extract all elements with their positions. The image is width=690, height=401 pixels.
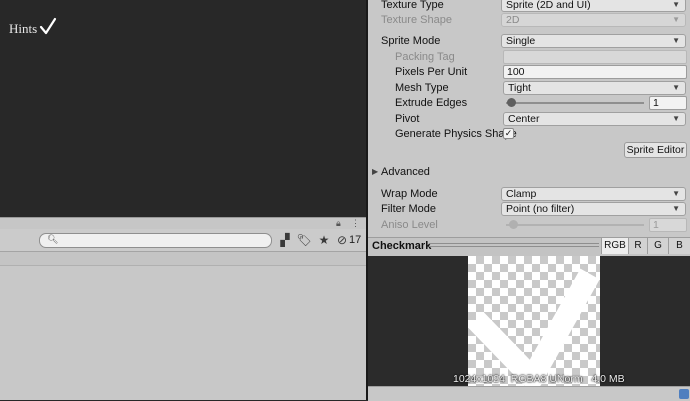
hints-label: Hints <box>9 21 38 36</box>
texture-shape-label: Texture Shape <box>381 14 452 26</box>
preview-title: Checkmark <box>372 240 432 252</box>
texture-type-dropdown[interactable]: Sprite (2D and UI) ▼ <box>501 0 686 12</box>
project-content[interactable] <box>0 266 366 400</box>
generate-physics-shape-checkbox[interactable]: ✓ <box>503 128 514 139</box>
channel-b-button[interactable]: B <box>668 238 690 254</box>
aniso-level-field: 1 <box>649 218 687 232</box>
pivot-label: Pivot <box>395 113 420 125</box>
aniso-level-label: Aniso Level <box>381 219 438 231</box>
checkmark-texture <box>468 268 600 386</box>
texture-type-label: Texture Type <box>381 0 444 11</box>
chevron-down-icon: ▼ <box>672 204 680 213</box>
chevron-down-icon: ▼ <box>672 189 680 198</box>
asset-labels-icon[interactable] <box>679 389 689 399</box>
filter-mode-dropdown[interactable]: Point (no filter) ▼ <box>501 202 686 216</box>
extrude-edges-slider-handle[interactable] <box>507 98 516 107</box>
inspector-footer <box>368 386 690 401</box>
aniso-level-slider-handle <box>509 220 518 229</box>
search-icon: 🔍︎ <box>47 234 59 244</box>
wrap-mode-dropdown[interactable]: Clamp ▼ <box>501 187 686 201</box>
foldout-arrow-icon[interactable]: ▶ <box>372 167 378 176</box>
chevron-down-icon: ▼ <box>672 15 680 24</box>
channel-r-button[interactable]: R <box>628 238 647 254</box>
chevron-down-icon: ▼ <box>672 36 680 45</box>
pivot-dropdown[interactable]: Center ▼ <box>503 112 686 126</box>
texture-shape-dropdown: 2D ▼ <box>501 13 686 27</box>
panel-menu-icon[interactable]: ⋮ <box>351 218 360 229</box>
channel-rgb-button[interactable]: RGB <box>601 238 628 254</box>
search-by-type-icon[interactable]: ▞ <box>276 232 294 248</box>
extrude-edges-label: Extrude Edges <box>395 97 468 109</box>
packing-tag-field <box>503 50 687 64</box>
advanced-foldout[interactable]: Advanced <box>381 166 430 178</box>
preview-drag-grip-line <box>429 246 599 247</box>
aniso-level-slider <box>506 224 644 226</box>
mesh-type-dropdown[interactable]: Tight ▼ <box>503 81 686 95</box>
pixels-per-unit-label: Pixels Per Unit <box>395 66 468 78</box>
pixels-per-unit-field[interactable]: 100 <box>503 65 687 79</box>
hidden-count: 17 <box>349 234 362 246</box>
chevron-down-icon: ▼ <box>672 83 680 92</box>
texture-preview-image <box>468 256 600 386</box>
wrap-mode-label: Wrap Mode <box>381 188 438 200</box>
packing-tag-label: Packing Tag <box>395 51 455 63</box>
sprite-mode-dropdown[interactable]: Single ▼ <box>501 34 686 48</box>
preview-drag-grip[interactable] <box>429 243 599 244</box>
chevron-down-icon: ▼ <box>672 0 680 9</box>
project-breadcrumb-bar <box>0 252 366 266</box>
favorites-star-icon[interactable]: ★ <box>315 232 333 248</box>
extrude-edges-field[interactable]: 1 <box>649 96 687 110</box>
lock-icon[interactable]: 🔒︎ <box>336 218 341 229</box>
filter-mode-label: Filter Mode <box>381 203 437 215</box>
mesh-type-label: Mesh Type <box>395 82 449 94</box>
extrude-edges-slider[interactable] <box>506 102 644 104</box>
chevron-down-icon: ▼ <box>672 114 680 123</box>
channel-g-button[interactable]: G <box>647 238 668 254</box>
search-input[interactable] <box>39 233 272 248</box>
checkmark-icon <box>39 17 57 35</box>
search-by-label-icon[interactable]: 🏷︎ <box>295 232 313 248</box>
texture-info: 1024x1024 RGBA8 UNorm 4.0 MB <box>453 373 625 385</box>
sprite-editor-button[interactable]: Sprite Editor <box>624 142 687 158</box>
sprite-mode-label: Sprite Mode <box>381 35 441 47</box>
generate-physics-shape-label: Generate Physics Shape <box>395 128 517 140</box>
